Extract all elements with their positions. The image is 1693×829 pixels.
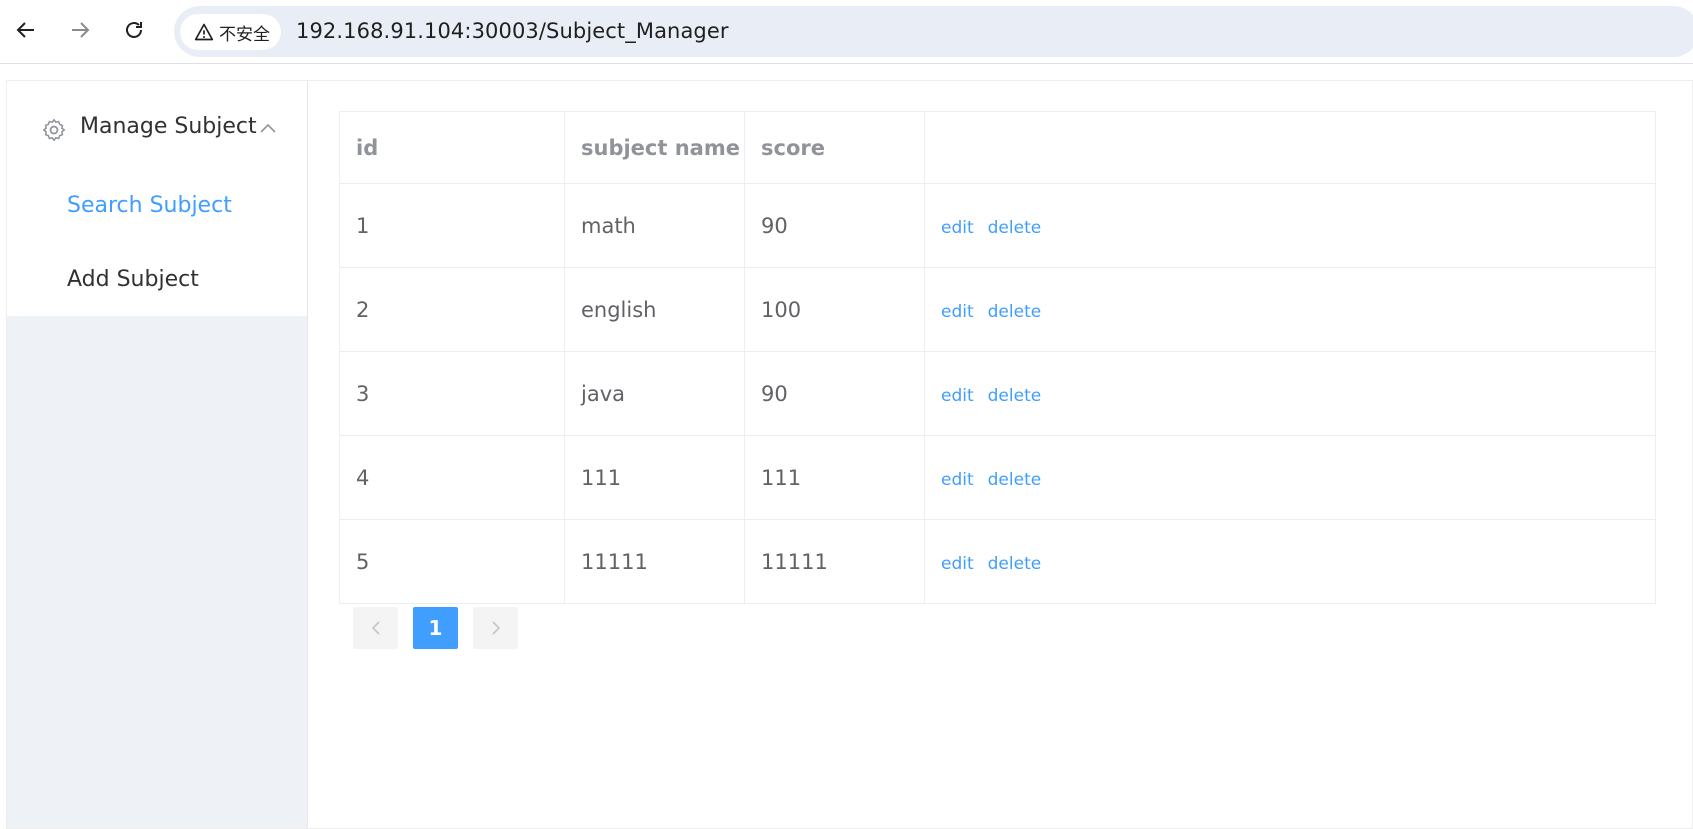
cell-id: 4 bbox=[339, 435, 565, 520]
submenu-manage-subject[interactable]: Manage Subject bbox=[7, 95, 307, 163]
header-id: id bbox=[339, 111, 565, 184]
table-row: 5 11111 11111 edit delete bbox=[339, 519, 1656, 604]
cell-subject-name: 11111 bbox=[564, 519, 745, 604]
cell-score: 90 bbox=[744, 183, 925, 268]
table-row: 2 english 100 edit delete bbox=[339, 267, 1656, 352]
address-bar[interactable]: 不安全 192.168.91.104:30003/Subject_Manager bbox=[174, 6, 1693, 57]
sidebar-item-search-subject[interactable]: Search Subject bbox=[7, 173, 307, 239]
delete-button[interactable]: delete bbox=[988, 470, 1042, 490]
security-chip[interactable]: 不安全 bbox=[180, 14, 281, 50]
delete-button[interactable]: delete bbox=[988, 302, 1042, 322]
cell-subject-name: math bbox=[564, 183, 745, 268]
table-row: 4 111 111 edit delete bbox=[339, 435, 1656, 520]
header-score: score bbox=[744, 111, 925, 184]
warning-icon bbox=[194, 23, 214, 41]
reload-icon bbox=[126, 22, 142, 38]
app-container: Manage Subject Search Subject Add Subjec… bbox=[6, 80, 1693, 829]
header-operations bbox=[924, 111, 1656, 184]
edit-button[interactable]: edit bbox=[941, 218, 974, 238]
edit-button[interactable]: edit bbox=[941, 302, 974, 322]
cell-score: 11111 bbox=[744, 519, 925, 604]
arrow-right-icon bbox=[72, 22, 90, 38]
edit-button[interactable]: edit bbox=[941, 554, 974, 574]
reload-button[interactable] bbox=[116, 12, 152, 48]
arrow-left-icon bbox=[16, 22, 34, 38]
header-subject-name: subject name bbox=[564, 111, 745, 184]
url-text[interactable]: 192.168.91.104:30003/Subject_Manager bbox=[296, 19, 729, 43]
cell-score: 90 bbox=[744, 351, 925, 436]
cell-id: 5 bbox=[339, 519, 565, 604]
cell-operations: edit delete bbox=[924, 183, 1656, 268]
forward-button[interactable] bbox=[62, 12, 98, 48]
sidebar: Manage Subject Search Subject Add Subjec… bbox=[7, 81, 308, 828]
cell-operations: edit delete bbox=[924, 519, 1656, 604]
cell-score: 100 bbox=[744, 267, 925, 352]
delete-button[interactable]: delete bbox=[988, 554, 1042, 574]
chevron-up-icon bbox=[260, 123, 276, 133]
table-row: 1 math 90 edit delete bbox=[339, 183, 1656, 268]
sidebar-item-label: Add Subject bbox=[67, 267, 199, 292]
cell-id: 3 bbox=[339, 351, 565, 436]
submenu-title-label: Manage Subject bbox=[80, 114, 257, 139]
edit-button[interactable]: edit bbox=[941, 386, 974, 406]
page-number-button[interactable]: 1 bbox=[413, 607, 458, 649]
delete-button[interactable]: delete bbox=[988, 386, 1042, 406]
cell-id: 1 bbox=[339, 183, 565, 268]
sidebar-item-add-subject[interactable]: Add Subject bbox=[7, 247, 307, 313]
cell-operations: edit delete bbox=[924, 267, 1656, 352]
chevron-right-icon bbox=[491, 621, 500, 635]
delete-button[interactable]: delete bbox=[988, 218, 1042, 238]
edit-button[interactable]: edit bbox=[941, 470, 974, 490]
subject-table: id subject name score 1 math 90 edit dele… bbox=[339, 111, 1656, 604]
gear-icon bbox=[42, 118, 66, 142]
security-label: 不安全 bbox=[219, 24, 270, 45]
table-row: 3 java 90 edit delete bbox=[339, 351, 1656, 436]
cell-score: 111 bbox=[744, 435, 925, 520]
cell-operations: edit delete bbox=[924, 435, 1656, 520]
sidebar-menu: Manage Subject Search Subject Add Subjec… bbox=[7, 81, 307, 316]
browser-toolbar: 不安全 192.168.91.104:30003/Subject_Manager bbox=[0, 0, 1693, 64]
cell-operations: edit delete bbox=[924, 351, 1656, 436]
cell-subject-name: java bbox=[564, 351, 745, 436]
cell-subject-name: english bbox=[564, 267, 745, 352]
chevron-left-icon bbox=[371, 621, 380, 635]
back-button[interactable] bbox=[8, 12, 44, 48]
cell-subject-name: 111 bbox=[564, 435, 745, 520]
next-page-button[interactable] bbox=[473, 607, 518, 649]
cell-id: 2 bbox=[339, 267, 565, 352]
main-content: id subject name score 1 math 90 edit dele… bbox=[309, 81, 1692, 828]
table-header-row: id subject name score bbox=[339, 111, 1656, 184]
prev-page-button[interactable] bbox=[353, 607, 398, 649]
sidebar-item-label: Search Subject bbox=[67, 193, 232, 218]
